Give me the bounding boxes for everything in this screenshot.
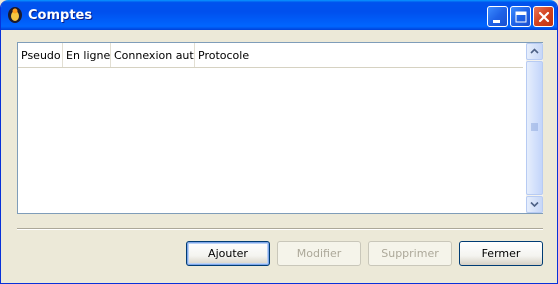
accounts-list[interactable]: Pseudo En ligne Connexion auto Protocole	[17, 42, 543, 214]
minimize-icon	[493, 20, 500, 23]
column-header-pseudo[interactable]: Pseudo	[18, 43, 63, 67]
close-button[interactable]	[533, 6, 554, 27]
grip-icon	[531, 123, 538, 131]
delete-button[interactable]: Supprimer	[368, 241, 452, 266]
accounts-window: Comptes Pseudo En ligne Connexion auto P…	[0, 0, 558, 284]
add-button-label: Ajouter	[208, 247, 248, 260]
title-bar[interactable]: Comptes	[1, 0, 557, 30]
window-title: Comptes	[28, 8, 93, 23]
maximize-icon	[515, 11, 527, 23]
chevron-down-icon	[530, 201, 539, 208]
modify-button-label: Modifier	[296, 247, 342, 260]
scroll-thumb[interactable]	[526, 61, 543, 195]
close-dialog-button[interactable]: Fermer	[459, 241, 543, 266]
close-dialog-button-label: Fermer	[481, 247, 521, 260]
scroll-up-button[interactable]	[526, 43, 543, 60]
delete-button-label: Supprimer	[381, 247, 439, 260]
column-header-connexion-auto[interactable]: Connexion auto	[111, 43, 195, 67]
add-button[interactable]: Ajouter	[186, 241, 270, 266]
minimize-button[interactable]	[487, 6, 508, 27]
close-icon	[538, 11, 550, 23]
app-icon	[8, 7, 22, 23]
scroll-down-button[interactable]	[526, 196, 543, 213]
list-header: Pseudo En ligne Connexion auto Protocole	[18, 43, 523, 68]
maximize-button[interactable]	[510, 6, 531, 27]
chevron-up-icon	[530, 48, 539, 54]
vertical-scrollbar[interactable]	[526, 43, 543, 213]
column-header-en-ligne[interactable]: En ligne	[63, 43, 111, 67]
separator	[17, 228, 543, 230]
column-header-protocole[interactable]: Protocole	[195, 43, 523, 67]
modify-button[interactable]: Modifier	[277, 241, 361, 266]
